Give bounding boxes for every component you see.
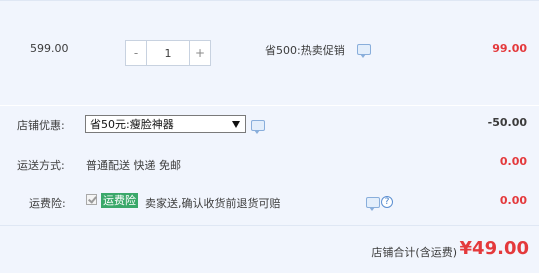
- item-subtotal: 99.00: [492, 42, 527, 55]
- decrease-quantity-button[interactable]: -: [125, 40, 147, 66]
- shop-total-value: ¥49.00: [459, 238, 529, 259]
- shop-discount-amount: -50.00: [487, 116, 527, 129]
- chat-icon[interactable]: [357, 44, 371, 58]
- shipping-insurance-amount: 0.00: [499, 194, 527, 207]
- quantity-stepper: - 1 +: [125, 40, 211, 66]
- shop-total-label: 店铺合计(含运费): [371, 246, 457, 259]
- help-icon[interactable]: ?: [381, 196, 393, 208]
- quantity-input[interactable]: 1: [147, 40, 189, 66]
- shipping-insurance-checkbox[interactable]: [86, 194, 97, 205]
- shipping-method-label: 运送方式:: [17, 159, 65, 172]
- chevron-down-icon: [232, 120, 240, 128]
- promotion-text: 省500:热卖促销: [265, 44, 345, 57]
- shipping-method-value: 普通配送 快递 免邮: [86, 159, 181, 172]
- shipping-amount: 0.00: [499, 155, 527, 168]
- shop-total-bar: [0, 225, 539, 273]
- chat-icon[interactable]: [366, 197, 380, 211]
- shop-discount-label: 店铺优惠:: [17, 119, 65, 132]
- shipping-insurance-label: 运费险:: [29, 197, 66, 210]
- shop-discount-selected: 省50元:瘦脸神器: [90, 118, 174, 131]
- shipping-insurance-badge: 运费险: [101, 193, 138, 208]
- unit-price: 599.00: [30, 42, 69, 55]
- increase-quantity-button[interactable]: +: [189, 40, 211, 66]
- shop-discount-select[interactable]: 省50元:瘦脸神器: [85, 115, 246, 133]
- chat-icon[interactable]: [251, 120, 265, 134]
- shipping-insurance-description: 卖家送,确认收货前退货可赔: [145, 197, 281, 210]
